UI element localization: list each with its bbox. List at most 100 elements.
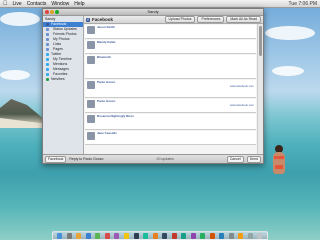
wallpaper-cloud <box>0 12 40 26</box>
post-author[interactable]: Bluetooth <box>97 55 254 60</box>
dock-app-icon[interactable] <box>76 232 82 239</box>
sidebar-item-icon <box>46 78 49 81</box>
avatar[interactable] <box>87 81 95 89</box>
feed-title-label: Facebook <box>92 17 114 22</box>
wallpaper-cloud <box>272 66 304 76</box>
dock-app-icon[interactable] <box>133 232 139 239</box>
dock-app-icon[interactable] <box>209 232 215 239</box>
post-link[interactable]: www.facebook.com <box>97 84 254 89</box>
sidebar-item-icon <box>46 33 49 36</box>
update-count: 20 updates <box>156 157 174 161</box>
scrollbar-thumb[interactable] <box>259 26 262 56</box>
post-body: Jane Cassells <box>97 131 254 143</box>
sidebar-item-icon <box>46 28 49 31</box>
cancel-button[interactable]: Cancel <box>226 155 244 163</box>
feed-post[interactable]: Paolo Gonzo www.facebook.com <box>85 99 256 113</box>
dock-app-icon[interactable] <box>257 232 263 239</box>
dock-app-icon[interactable] <box>95 232 101 239</box>
post-body: Jason Smith <box>97 25 254 37</box>
dock-app-icon[interactable] <box>190 232 196 239</box>
feed-post[interactable]: Rosanna Nightingly Rizzo <box>85 114 256 130</box>
window-titlebar[interactable]: Sandy <box>43 9 263 16</box>
dock-app-icon[interactable] <box>143 232 149 239</box>
dock <box>52 231 268 240</box>
feed-post[interactable]: Bluetooth <box>85 55 256 79</box>
dock-app-icon[interactable] <box>104 232 110 239</box>
preferences-button[interactable]: Preferences <box>197 16 225 23</box>
feed-title: f Facebook <box>86 17 163 22</box>
clock[interactable]: Tue 7:06 PM <box>289 0 317 7</box>
apple-menu-icon[interactable]:  <box>3 0 8 7</box>
post-body: Bluetooth <box>97 55 254 77</box>
sidebar-item-icon <box>46 63 49 66</box>
facebook-icon: f <box>86 17 90 22</box>
dock-app-icon[interactable] <box>200 232 206 239</box>
feed-scrollbar[interactable] <box>257 24 263 154</box>
sidebar-item-icon <box>46 38 49 41</box>
dock-app-icon[interactable] <box>247 232 253 239</box>
feed-post[interactable]: Jane Cassells <box>85 131 256 145</box>
post-author[interactable]: Jason Smith <box>97 25 254 30</box>
sidebar: Sandy Facebook Status Updates Friends Phot… <box>43 16 84 155</box>
menu-item-window[interactable]: Window <box>51 0 69 7</box>
avatar[interactable] <box>87 132 95 140</box>
sidebar-item-icon <box>46 68 49 71</box>
send-button[interactable]: Send <box>246 155 261 163</box>
post-author[interactable]: Jane Cassells <box>97 131 254 136</box>
news-feed: Jason Smith Mandy Keller Bluetooth Paolo Go… <box>84 24 257 154</box>
sidebar-item-icon <box>46 73 49 76</box>
dock-app-icon[interactable] <box>66 232 72 239</box>
feed-post[interactable]: Jason Smith <box>85 25 256 39</box>
dock-app-icon[interactable] <box>123 232 129 239</box>
wallpaper-cloud <box>265 26 315 40</box>
avatar[interactable] <box>87 26 95 34</box>
dock-app-icon[interactable] <box>114 232 120 239</box>
dock-app-icon[interactable] <box>152 232 158 239</box>
dock-app-icon[interactable] <box>85 232 91 239</box>
menu-item-help[interactable]: Help <box>74 0 84 7</box>
mark-all-read-button[interactable]: Mark All As Read <box>226 16 261 23</box>
sidebar-item-icon <box>46 23 49 26</box>
dock-app-icon[interactable] <box>57 232 63 239</box>
menu-item-contacts[interactable]: Contacts <box>27 0 47 7</box>
dock-app-icon[interactable] <box>228 232 234 239</box>
post-body: Paolo Gonzo www.facebook.com <box>97 80 254 96</box>
dock-app-icon[interactable] <box>171 232 177 239</box>
main-pane: f Facebook Upload Photos Preferences Mar… <box>84 16 263 155</box>
share-facebook-button[interactable]: Facebook <box>45 155 67 163</box>
dock-app-icon[interactable] <box>238 232 244 239</box>
post-author[interactable]: Rosanna Nightingly Rizzo <box>97 114 254 119</box>
sidebar-item-label: Netvibes <box>51 77 65 81</box>
close-window-button[interactable] <box>45 10 49 14</box>
sidebar-item-icon <box>46 53 49 56</box>
wallpaper-person <box>270 145 288 175</box>
feed-post[interactable]: Mandy Keller <box>85 40 256 54</box>
zoom-window-button[interactable] <box>55 10 59 14</box>
dock-app-icon[interactable] <box>219 232 225 239</box>
post-body: Mandy Keller <box>97 40 254 52</box>
minimize-window-button[interactable] <box>50 10 54 14</box>
dock-app-icon[interactable] <box>162 232 168 239</box>
avatar[interactable] <box>87 100 95 108</box>
avatar[interactable] <box>87 41 95 49</box>
post-link[interactable]: www.facebook.com <box>97 103 254 108</box>
status-bar: Facebook Reply to Paolo Gonzo 20 updates… <box>43 154 263 163</box>
sidebar-item-netvibes[interactable]: Netvibes <box>43 77 83 82</box>
menu-extras: Tue 7:06 PM <box>289 0 320 7</box>
app-window: Sandy Sandy Facebook Status Updates Friend… <box>42 8 264 164</box>
menu-bar:  Live Contacts Window Help Tue 7:06 PM <box>0 0 320 8</box>
main-toolbar: f Facebook Upload Photos Preferences Mar… <box>84 16 263 24</box>
menu-item-live[interactable]: Live <box>13 0 22 7</box>
post-body: Paolo Gonzo www.facebook.com <box>97 99 254 111</box>
upload-photos-button[interactable]: Upload Photos <box>164 16 196 23</box>
window-title: Sandy <box>147 9 159 14</box>
sidebar-item-icon <box>46 48 49 51</box>
avatar[interactable] <box>87 56 95 64</box>
wallpaper-cloud <box>0 70 30 80</box>
feed-post[interactable]: Paolo Gonzo www.facebook.com <box>85 80 256 98</box>
dock-app-icon[interactable] <box>181 232 187 239</box>
post-author[interactable]: Mandy Keller <box>97 40 254 45</box>
reply-label: Reply to Paolo Gonzo <box>69 157 104 161</box>
avatar[interactable] <box>87 115 95 123</box>
post-body: Rosanna Nightingly Rizzo <box>97 114 254 128</box>
